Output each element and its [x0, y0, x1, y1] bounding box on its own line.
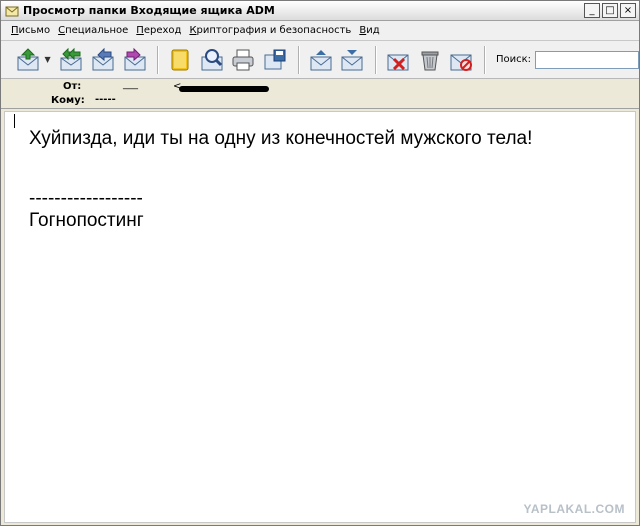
mail-window: Просмотр папки Входящие ящика ADM _ □ × …: [0, 0, 640, 526]
menu-go[interactable]: Переход: [136, 25, 181, 36]
message-headers: От: ___ < Кому: -----: [1, 79, 639, 109]
watermark: YAPLAKAL.COM: [523, 502, 625, 516]
next-message-button[interactable]: [338, 45, 368, 75]
address-book-button[interactable]: [165, 45, 195, 75]
forward-button[interactable]: [120, 45, 150, 75]
menu-crypto-security[interactable]: Криптография и безопасность: [189, 25, 351, 36]
search-input[interactable]: [535, 50, 640, 69]
find-icon: [201, 48, 223, 70]
window-title: Просмотр папки Входящие ящика ADM: [23, 4, 275, 17]
mark-spam-button[interactable]: [446, 45, 476, 75]
from-name: ___: [123, 79, 138, 90]
reply-all-icon: [60, 47, 82, 70]
receive-dropdown-icon[interactable]: ▼: [43, 55, 53, 64]
redacted-email: [179, 86, 269, 92]
print-icon: [232, 49, 254, 70]
text-caret: [14, 114, 15, 128]
find-button[interactable]: [197, 45, 227, 75]
maximize-button[interactable]: □: [602, 3, 618, 18]
save-icon: [264, 49, 286, 69]
receive-mail-button[interactable]: [13, 45, 43, 75]
reply-icon: [92, 47, 114, 70]
trash-button[interactable]: [415, 45, 445, 75]
receive-mail-icon: [17, 47, 39, 70]
toolbar-separator: [297, 45, 300, 74]
to-value: -----: [95, 94, 116, 105]
title-bar[interactable]: Просмотр папки Входящие ящика ADM _ □ ×: [1, 1, 639, 21]
from-label: От:: [63, 81, 82, 92]
message-body[interactable]: Хуйпизда, иди ты на одну из конечностей …: [4, 111, 636, 523]
menu-bar: Письмо Специальное Переход Криптография …: [1, 21, 639, 41]
reply-all-button[interactable]: [57, 45, 87, 75]
mark-spam-icon: [450, 54, 473, 71]
save-button[interactable]: [260, 45, 290, 75]
delete-icon: [387, 54, 409, 70]
signature-separator: ------------------: [29, 188, 143, 209]
search-label: Поиск:: [496, 54, 532, 65]
delete-button[interactable]: [383, 45, 413, 75]
toolbar: ▼ Поиск:: [1, 41, 640, 79]
signature: Гогнопостинг: [29, 210, 144, 231]
trash-icon: [421, 51, 439, 70]
reply-button[interactable]: [88, 45, 118, 75]
mail-app-icon: [5, 6, 19, 16]
previous-message-icon: [310, 49, 332, 70]
address-book-icon: [171, 49, 189, 70]
previous-message-button[interactable]: [306, 45, 336, 75]
toolbar-separator: [157, 45, 160, 74]
toolbar-separator: [375, 45, 378, 74]
to-label: Кому:: [51, 95, 85, 106]
menu-special[interactable]: Специальное: [58, 25, 128, 36]
print-button[interactable]: [229, 45, 259, 75]
forward-icon: [124, 47, 146, 70]
message-line: Хуйпизда, иди ты на одну из конечностей …: [29, 128, 533, 149]
toolbar-separator: [484, 45, 486, 74]
menu-view[interactable]: Вид: [359, 25, 379, 36]
close-button[interactable]: ×: [620, 3, 636, 18]
next-message-icon: [341, 49, 363, 70]
menu-letter[interactable]: Письмо: [11, 25, 50, 36]
window-controls: _ □ ×: [584, 3, 636, 18]
minimize-button[interactable]: _: [584, 3, 600, 18]
